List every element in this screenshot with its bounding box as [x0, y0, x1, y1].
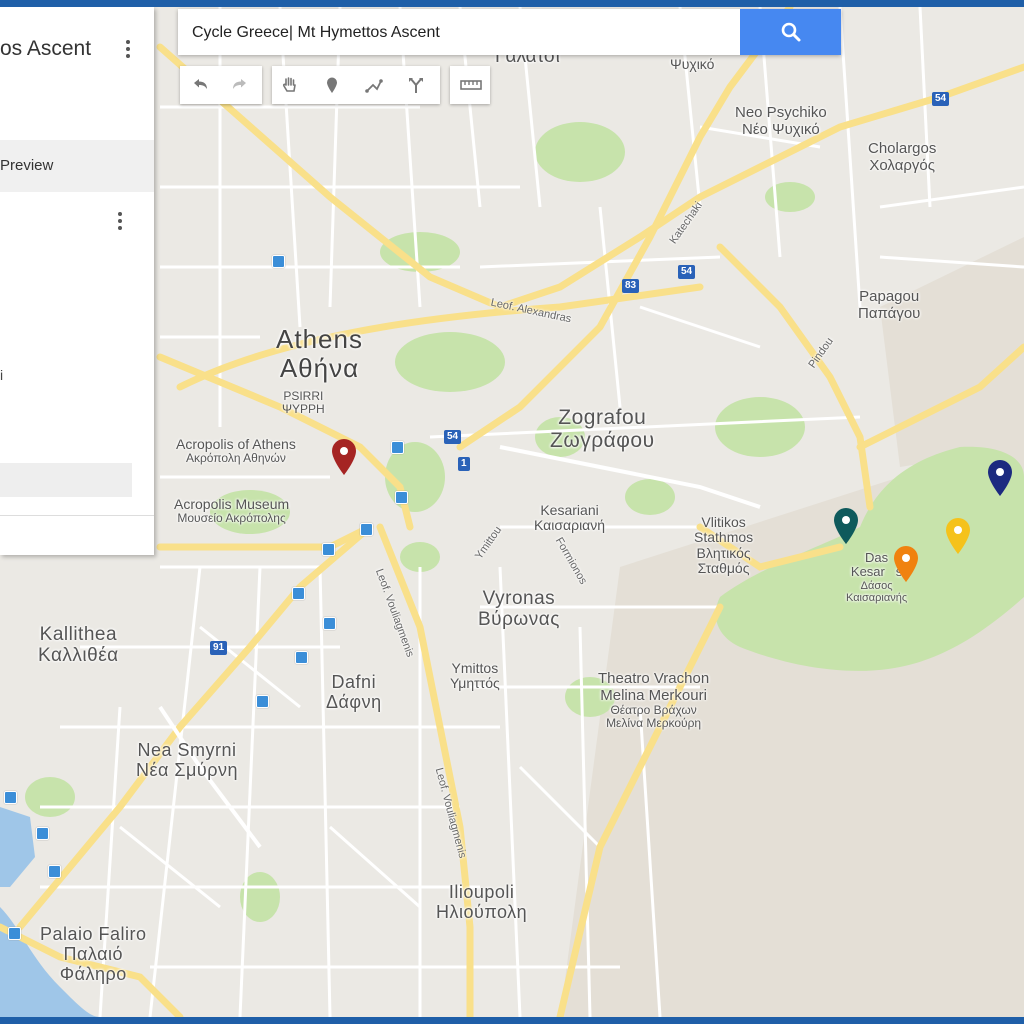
map-pin-yellow[interactable] — [944, 517, 972, 555]
metro-station-icon[interactable] — [36, 827, 49, 840]
preview-label: Preview — [0, 157, 54, 174]
cholargos-label: Cholargos Χολαργός — [868, 140, 937, 174]
psychiko-label: Ψυχικό — [670, 56, 715, 72]
hand-icon — [282, 77, 296, 92]
pan-hand-button[interactable] — [272, 66, 308, 104]
kallithea-label: Kallithea Καλλιθέα — [38, 624, 119, 666]
palaio-faliro-label: Palaio Faliro Παλαιό Φάληρο — [40, 924, 147, 984]
measure-button[interactable] — [452, 66, 488, 104]
shield-54: 54 — [444, 430, 462, 444]
shield-54: 54 — [932, 92, 950, 106]
vyronas-label: Vyronas Βύρωνας — [478, 588, 560, 630]
panel-divider — [0, 515, 154, 516]
metro-station-icon[interactable] — [48, 865, 61, 878]
papagou-label: Papagou Παπάγου — [858, 288, 921, 322]
undo-icon — [194, 79, 207, 89]
search-button[interactable] — [740, 9, 841, 55]
metro-station-icon[interactable] — [395, 491, 408, 504]
map-pin-navy[interactable] — [986, 459, 1014, 497]
metro-station-icon[interactable] — [322, 543, 335, 556]
metro-station-icon[interactable] — [360, 523, 373, 536]
add-marker-button[interactable] — [314, 66, 350, 104]
dafni-label: Dafni Δάφνη — [326, 672, 382, 712]
search-box — [178, 9, 841, 57]
ymittos-label: Ymittos Υμηττός — [450, 660, 500, 692]
redo-button[interactable] — [222, 66, 258, 104]
map-title[interactable]: os Ascent — [0, 37, 91, 61]
metro-station-icon[interactable] — [8, 927, 21, 940]
layer-bar[interactable] — [0, 463, 132, 497]
psirri-label: PSIRRI ΨΥΡΡΗ — [282, 389, 325, 417]
metro-station-icon[interactable] — [391, 441, 404, 454]
more-options-icon[interactable] — [126, 40, 130, 61]
marker-icon — [327, 77, 337, 93]
map-pin-red[interactable] — [330, 438, 358, 476]
redo-icon — [233, 79, 246, 89]
undo-button[interactable] — [182, 66, 218, 104]
undo-redo-group — [180, 66, 262, 104]
vlitikos-label: Vlitikos Stathmos Βλητικός Σταθμός — [694, 514, 754, 577]
kesariani-label: Kesariani Καισαριανή — [534, 502, 606, 534]
map-viewport[interactable]: Athens Αθήνα PSIRRI ΨΥΡΡΗ Acropolis of Ath… — [0, 7, 1024, 1017]
metro-station-icon[interactable] — [292, 587, 305, 600]
theatro-vrachon-label: Theatro Vrachon Melina Merkouri Θέατρο Βρ… — [598, 670, 710, 731]
neo-psychiko-label: Neo Psychiko Νέο Ψυχικό — [735, 104, 827, 138]
draw-line-icon — [365, 79, 383, 93]
measure-icon — [460, 80, 482, 90]
shield-54: 54 — [678, 265, 696, 279]
metro-station-icon[interactable] — [323, 617, 336, 630]
nea-smyrni-label: Nea Smyrni Νέα Σμύρνη — [136, 740, 239, 780]
acropolis-label: Acropolis of Athens Ακρόπολη Αθηνών — [176, 436, 296, 466]
shield-83: 83 — [622, 279, 640, 293]
shield-91: 91 — [210, 641, 228, 655]
zografou-label: Zografou Ζωγράφου — [550, 406, 655, 453]
metro-station-icon[interactable] — [272, 255, 285, 268]
preview-row[interactable]: Preview — [0, 140, 154, 192]
measure-group — [450, 66, 490, 104]
shield-1: 1 — [458, 457, 470, 471]
search-icon — [781, 22, 801, 42]
tools-group — [272, 66, 440, 104]
metro-station-icon[interactable] — [295, 651, 308, 664]
acropolis-museum-label: Acropolis Museum Μουσείο Ακρόπολης — [174, 496, 290, 526]
ilioupoli-label: Ilioupoli Ηλιούπολη — [436, 882, 528, 922]
draw-line-button[interactable] — [356, 66, 392, 104]
athens-label: Athens Αθήνα — [276, 324, 363, 383]
map-pin-orange[interactable] — [892, 545, 920, 583]
layer-item-text: i — [0, 367, 4, 383]
add-directions-button[interactable] — [398, 66, 434, 104]
metro-station-icon[interactable] — [256, 695, 269, 708]
metro-station-icon[interactable] — [4, 791, 17, 804]
search-input[interactable] — [190, 9, 734, 57]
directions-icon — [409, 78, 423, 93]
layer-options-icon[interactable] — [118, 212, 122, 233]
map-legend-panel: os Ascent Preview i — [0, 7, 154, 555]
map-pin-teal[interactable] — [832, 507, 860, 545]
